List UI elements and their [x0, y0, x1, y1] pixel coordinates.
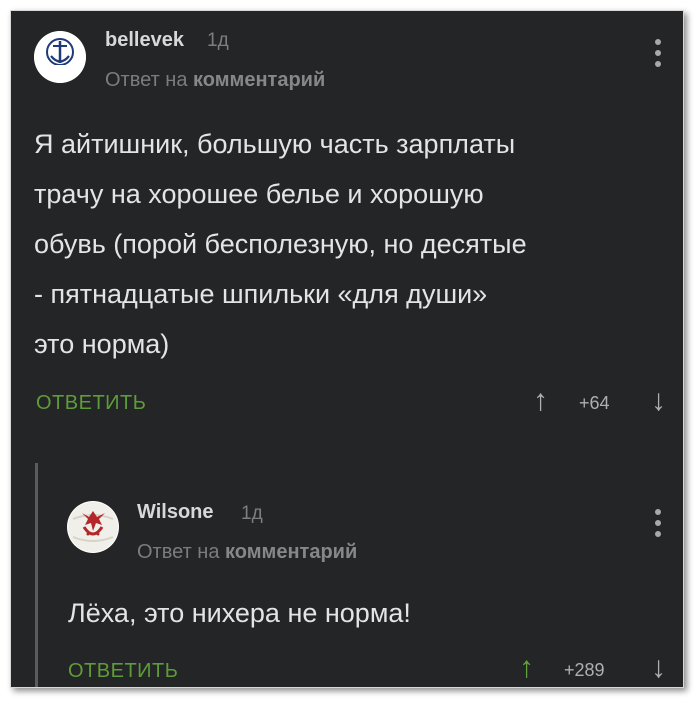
more-options-icon[interactable]	[655, 39, 661, 72]
author-name[interactable]: bellevek	[105, 29, 184, 52]
volleyball-wilson-icon	[68, 502, 118, 552]
anchor-logo-icon	[34, 31, 86, 83]
reply-context: Ответ на комментарий	[105, 69, 325, 92]
reply-button[interactable]: ОТВЕТИТЬ	[36, 392, 146, 415]
upvote-icon[interactable]: ↑	[533, 386, 548, 416]
author-name[interactable]: Wilsone	[137, 501, 214, 524]
reply-prefix: Ответ на	[137, 541, 220, 563]
reply-context: Ответ на комментарий	[137, 541, 357, 564]
comment-text-line: Я айтишник, большую часть зарплаты	[34, 129, 516, 159]
comment-text-line: обувь (порой бесполезную, но десятые	[34, 229, 527, 259]
comment-text: Лёха, это нихера не норма!	[68, 588, 411, 638]
vote-score: +289	[564, 660, 605, 680]
avatar[interactable]	[67, 501, 119, 553]
comment-bellevek: bellevek 1д Ответ на комментарий Я айтиш…	[11, 11, 683, 451]
upvote-icon[interactable]: ↑	[519, 653, 534, 683]
screenshot-frame: bellevek 1д Ответ на комментарий Я айтиш…	[10, 10, 684, 688]
reply-button[interactable]: ОТВЕТИТЬ	[68, 660, 178, 683]
downvote-icon[interactable]: ↓	[651, 386, 666, 416]
comment-age: 1д	[241, 503, 263, 524]
downvote-icon[interactable]: ↓	[651, 653, 666, 683]
reply-prefix: Ответ на	[105, 69, 188, 91]
comment-wilsone: Wilsone 1д Ответ на комментарий Лёха, эт…	[11, 461, 683, 687]
more-options-icon[interactable]	[655, 509, 661, 542]
parent-comment-link[interactable]: комментарий	[193, 69, 325, 91]
comment-text-line: трачу на хорошее белье и хорошую	[34, 179, 484, 209]
comment-text-line: это норма)	[34, 329, 170, 359]
vote-score: +64	[579, 393, 610, 413]
comment-age: 1д	[207, 30, 229, 51]
avatar[interactable]	[34, 31, 86, 83]
comment-text-line: Лёха, это нихера не норма!	[68, 598, 411, 628]
comment-text: Я айтишник, большую часть зарплаты трачу…	[34, 119, 527, 369]
comment-text-line: - пятнадцатые шпильки «для души»	[34, 279, 488, 309]
parent-comment-link[interactable]: комментарий	[225, 541, 357, 563]
